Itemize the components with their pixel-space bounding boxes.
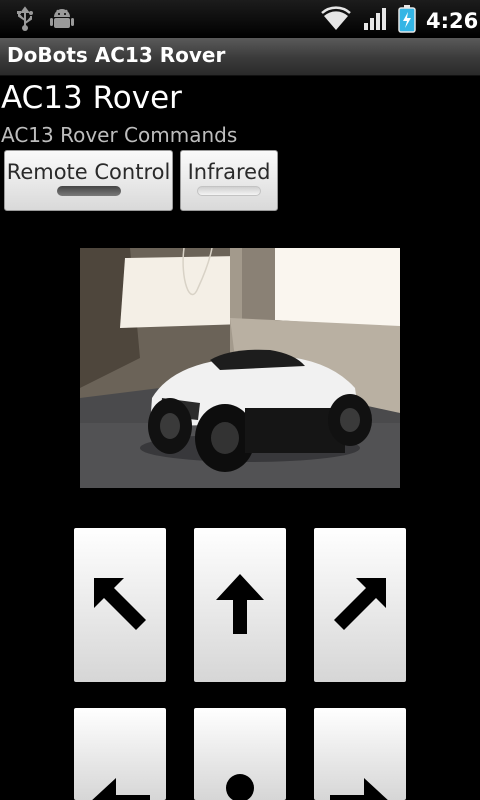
app-title: DoBots AC13 Rover — [7, 43, 226, 67]
move-right-button[interactable] — [314, 708, 406, 800]
move-up-button[interactable] — [194, 528, 286, 682]
clock: 4:26 — [426, 9, 479, 33]
android-debug-icon — [50, 6, 74, 36]
app-title-bar: DoBots AC13 Rover — [0, 38, 480, 76]
move-left-button[interactable] — [74, 708, 166, 800]
infrared-label: Infrared — [187, 160, 271, 184]
battery-charging-icon — [398, 5, 416, 37]
wifi-icon — [320, 6, 352, 36]
usb-icon — [14, 6, 36, 36]
remote-control-toggle[interactable]: Remote Control — [4, 150, 173, 211]
arrow-left-icon — [92, 778, 150, 800]
page-subtitle: AC13 Rover Commands — [1, 123, 238, 147]
arrow-up-left-icon — [94, 578, 146, 630]
infrared-toggle[interactable]: Infrared — [180, 150, 278, 211]
toggle-indicator-on — [56, 186, 121, 196]
arrow-right-icon — [330, 778, 388, 800]
signal-icon — [362, 6, 388, 36]
remote-control-label: Remote Control — [6, 160, 171, 184]
move-up-left-button[interactable] — [74, 528, 166, 682]
toggle-indicator-off — [197, 186, 261, 196]
stop-dot-icon — [226, 774, 254, 800]
page-title: AC13 Rover — [1, 80, 182, 116]
stop-button[interactable] — [194, 708, 286, 800]
arrow-up-icon — [216, 574, 264, 634]
camera-feed — [80, 248, 400, 488]
move-up-right-button[interactable] — [314, 528, 406, 682]
arrow-up-right-icon — [334, 578, 386, 630]
status-bar: 4:26 — [0, 0, 480, 38]
